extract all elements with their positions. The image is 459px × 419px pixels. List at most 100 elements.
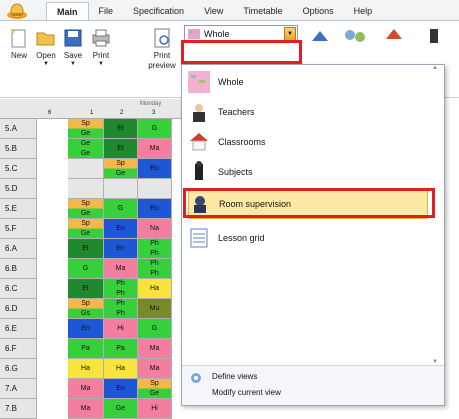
timetable-cell[interactable]: En: [104, 219, 138, 239]
timetable-cell[interactable]: [68, 159, 104, 179]
dropdown-item-lesson-grid[interactable]: Lesson grid: [188, 223, 428, 253]
timetable-cell[interactable]: En: [138, 199, 172, 219]
timetable-cell[interactable]: Na: [138, 219, 172, 239]
timetable-cell[interactable]: Ph Ph: [138, 239, 172, 259]
timetable-cell[interactable]: Et: [68, 239, 104, 259]
cell-subject: Sp: [150, 380, 159, 387]
timetable-cell[interactable]: [104, 179, 138, 199]
print-button[interactable]: Print ▼: [86, 27, 116, 67]
cell-subject: Ha: [116, 365, 125, 372]
dropdown-item-teachers[interactable]: Teachers: [188, 97, 428, 127]
tab-options[interactable]: Options: [293, 2, 344, 20]
define-views-item[interactable]: Define views: [212, 372, 257, 381]
grid-header: Monday 6 1 2 3: [0, 99, 190, 119]
tab-specification[interactable]: Specification: [123, 2, 194, 20]
timetable-cell[interactable]: Ha: [138, 279, 172, 299]
cell-subject: Sp: [81, 120, 90, 127]
cell-subject: Et: [117, 125, 124, 132]
cell-subject: Ge: [80, 210, 91, 217]
cell-subject: Ge: [115, 170, 126, 177]
timetable-cell[interactable]: Hi: [138, 399, 172, 419]
timetable-cell[interactable]: Ha: [104, 359, 138, 379]
timetable-cell[interactable]: G: [138, 119, 172, 139]
tab-view[interactable]: View: [194, 2, 233, 20]
timetable-cell[interactable]: Ma: [138, 339, 172, 359]
timetable-cell[interactable]: Ph Ph: [104, 279, 138, 299]
timetable-grid: Monday 6 1 2 3 5.A Sp Ge Et G 5.B Ge Ge Et Ma 5.C S…: [0, 99, 190, 419]
timetable-cell[interactable]: En: [138, 159, 172, 179]
tab-timetable[interactable]: Timetable: [233, 2, 292, 20]
tab-main[interactable]: Main: [46, 2, 89, 21]
cell-subject: Hi: [117, 325, 124, 332]
timetable-cell[interactable]: [138, 179, 172, 199]
timetable-cell[interactable]: Et: [68, 279, 104, 299]
dropdown-item-subjects[interactable]: Subjects: [188, 157, 428, 187]
print-icon: [90, 27, 112, 49]
cell-subject: Ma: [149, 145, 160, 152]
row-label: 5.A: [0, 119, 37, 139]
timetable-cell[interactable]: Ha: [68, 359, 104, 379]
view-combo-value: Whole: [204, 29, 230, 39]
timetable-cell[interactable]: Ma: [68, 379, 104, 399]
timetable-cell[interactable]: Sp Gs: [68, 299, 104, 319]
cell-subject: Ph: [116, 280, 125, 287]
timetable-cell[interactable]: G: [138, 319, 172, 339]
cell-subject: Et: [117, 145, 124, 152]
timetable-cell[interactable]: G: [104, 199, 138, 219]
timetable-cell[interactable]: [68, 179, 104, 199]
whole-grid-icon: [188, 29, 200, 39]
timetable-cell[interactable]: Mu: [138, 299, 172, 319]
timetable-cell[interactable]: Ge: [104, 399, 138, 419]
subjects-icon: [188, 161, 210, 183]
timetable-cell[interactable]: En: [68, 319, 104, 339]
cell-subject: Ma: [80, 405, 91, 412]
dropdown-item-whole[interactable]: Whole: [188, 67, 428, 97]
timetable-cell[interactable]: Sp Ge: [68, 199, 104, 219]
timetable-cell[interactable]: G: [68, 259, 104, 279]
timetable-cell[interactable]: En: [104, 239, 138, 259]
period-label: 1: [90, 110, 94, 116]
row-label: 5.D: [0, 179, 37, 199]
cell-subject: Ph: [150, 240, 159, 247]
open-button[interactable]: Open ▼: [31, 27, 61, 67]
save-button[interactable]: Save ▼: [58, 27, 88, 67]
timetable-cell[interactable]: En: [104, 379, 138, 399]
timetable-cell[interactable]: Ph Ph: [138, 259, 172, 279]
timetable-cell[interactable]: Ma: [104, 259, 138, 279]
timetable-cell[interactable]: Ge Ge: [68, 139, 104, 159]
timetable-cell[interactable]: Hi: [104, 319, 138, 339]
scroll-up-icon[interactable]: ▲: [432, 65, 438, 71]
timetable-cell[interactable]: Ma: [68, 399, 104, 419]
chevron-down-icon[interactable]: ▼: [284, 27, 296, 41]
print-preview-button[interactable]: Print preview: [142, 27, 182, 71]
classroom-icon: [188, 131, 210, 153]
cell-subject: Ph: [116, 310, 125, 317]
app-logo-icon[interactable]: [6, 1, 28, 19]
timetable-cell[interactable]: Pa: [104, 339, 138, 359]
timetable-cell[interactable]: Ma: [138, 139, 172, 159]
cell-subject: En: [116, 225, 125, 232]
timetable-cell[interactable]: Et: [104, 119, 138, 139]
timetable-cell[interactable]: Sp Ge: [104, 159, 138, 179]
open-icon: [35, 27, 57, 49]
timetable-cell[interactable]: Sp Ge: [68, 119, 104, 139]
whole-grid-icon: [188, 71, 210, 93]
cell-subject: Ph: [116, 300, 125, 307]
tab-help[interactable]: Help: [344, 2, 383, 20]
period-label: 6: [48, 110, 52, 116]
print-preview-icon: [151, 27, 173, 49]
tab-file[interactable]: File: [89, 2, 124, 20]
dropdown-item-classrooms[interactable]: Classrooms: [188, 127, 428, 157]
cell-subject: Ge: [149, 390, 160, 397]
cell-subject: Sp: [116, 160, 125, 167]
timetable-cell[interactable]: Pa: [68, 339, 104, 359]
timetable-cell[interactable]: Et: [104, 139, 138, 159]
timetable-cell[interactable]: Ma: [138, 359, 172, 379]
timetable-cell[interactable]: Sp Ge: [68, 219, 104, 239]
timetable-cell[interactable]: Sp Ge: [138, 379, 172, 399]
timetable-cell[interactable]: Ph Ph: [104, 299, 138, 319]
modify-current-view-item[interactable]: Modify current view: [212, 388, 281, 397]
cell-subject: Ha: [81, 365, 90, 372]
new-button[interactable]: New: [4, 27, 34, 61]
row-label: 6.B: [0, 259, 37, 279]
